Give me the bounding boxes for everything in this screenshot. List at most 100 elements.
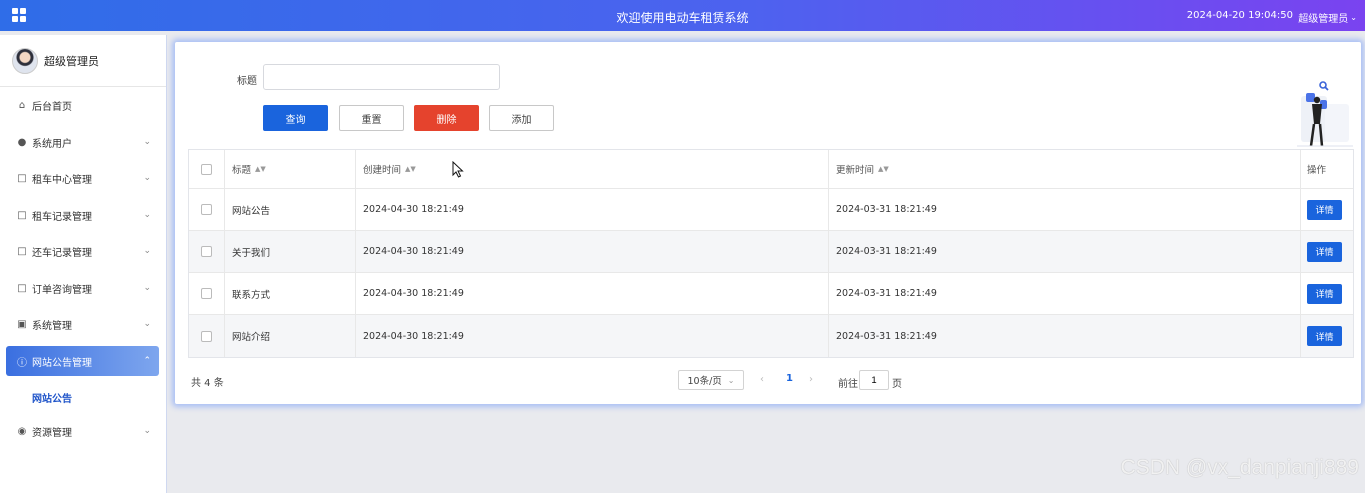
cell-created: 2024-04-30 18:21:49	[356, 189, 829, 230]
goto-page-input[interactable]	[859, 370, 889, 390]
profile-name: 超级管理员	[44, 54, 99, 68]
page-size-select[interactable]: 10条/页 ⌄	[678, 370, 744, 390]
title-filter-label: 标题	[237, 76, 257, 87]
sidebar-item-label: 后台首页	[32, 101, 72, 113]
user-menu-label: 超级管理员	[1298, 14, 1349, 25]
row-select-cell	[189, 189, 225, 230]
cell-created: 2024-04-30 18:21:49	[356, 231, 829, 272]
cell-op: 详情	[1301, 315, 1355, 357]
row-select-cell	[189, 273, 225, 314]
announcements-table: 标题 ▲▼ 创建时间 ▲▼ 更新时间 ▲▼ 操作 网站公告 2024-04-30 18…	[188, 149, 1354, 358]
doc-icon: □	[17, 282, 27, 294]
main-panel: 标题 查询 重置 删除 添加 标题 ▲▼ 创建时间 ▲▼ 更新时间 ▲▼ 操作 网站公…	[175, 42, 1361, 404]
row-checkbox[interactable]	[201, 330, 212, 342]
cell-title: 关于我们	[225, 231, 356, 272]
home-icon: ⌂	[18, 99, 26, 111]
select-all-checkbox[interactable]	[201, 163, 212, 175]
chevron-down-icon: ⌄	[143, 319, 151, 329]
select-all-cell	[189, 150, 225, 188]
cell-updated: 2024-03-31 18:21:49	[829, 273, 1301, 314]
location-icon: ◉	[17, 425, 27, 437]
cell-title: 网站介绍	[225, 315, 356, 357]
total-count: 共 4 条	[191, 378, 224, 389]
doc-icon: □	[17, 209, 27, 221]
cell-op: 详情	[1301, 189, 1355, 230]
chevron-up-icon: ⌃	[143, 356, 151, 366]
chevron-down-icon: ⌄	[143, 173, 151, 183]
delete-button[interactable]: 删除	[414, 105, 479, 131]
sidebar-item-label: 租车记录管理	[32, 211, 92, 223]
table-row: 网站介绍 2024-04-30 18:21:49 2024-03-31 18:2…	[189, 315, 1353, 357]
sort-icon[interactable]: ▲▼	[878, 165, 889, 173]
page-number-current[interactable]: 1	[786, 373, 793, 384]
column-header-created[interactable]: 创建时间 ▲▼	[356, 150, 829, 188]
info-icon: ⓘ	[17, 357, 27, 369]
cell-title: 联系方式	[225, 273, 356, 314]
cell-op: 详情	[1301, 231, 1355, 272]
user-icon: ●	[17, 136, 27, 148]
title-filter-input[interactable]	[263, 64, 500, 90]
cell-op: 详情	[1301, 273, 1355, 314]
cell-created: 2024-04-30 18:21:49	[356, 273, 829, 314]
sidebar-item-system-management[interactable]: ▣ 系统管理 ⌄	[6, 309, 159, 339]
chevron-down-icon: ⌄	[143, 210, 151, 220]
row-checkbox[interactable]	[201, 204, 212, 215]
column-header-title[interactable]: 标题 ▲▼	[225, 150, 356, 188]
chevron-down-icon: ⌄	[1350, 13, 1357, 22]
table-row: 网站公告 2024-04-30 18:21:49 2024-03-31 18:2…	[189, 189, 1353, 231]
table-header-row: 标题 ▲▼ 创建时间 ▲▼ 更新时间 ▲▼ 操作	[189, 150, 1353, 189]
column-header-op: 操作	[1307, 165, 1327, 176]
row-checkbox[interactable]	[201, 246, 212, 257]
cell-updated: 2024-03-31 18:21:49	[829, 189, 1301, 230]
sidebar-item-system-users[interactable]: ● 系统用户 ⌄	[6, 127, 159, 157]
top-header: 欢迎使用电动车租赁系统 2024-04-20 19:04:50 超级管理员 ⌄	[0, 0, 1365, 31]
doc-icon: □	[17, 172, 27, 184]
sidebar-item-label: 还车记录管理	[32, 247, 92, 259]
sidebar-item-resource-management[interactable]: ◉ 资源管理 ⌄	[6, 416, 159, 446]
detail-button[interactable]: 详情	[1307, 283, 1342, 304]
cell-updated: 2024-03-31 18:21:49	[829, 231, 1301, 272]
sidebar-item-rental-center[interactable]: □ 租车中心管理 ⌄	[6, 163, 159, 193]
sidebar-item-label: 系统管理	[32, 320, 72, 332]
row-checkbox[interactable]	[201, 288, 212, 299]
sidebar-item-label: 系统用户	[32, 138, 72, 150]
column-header-updated[interactable]: 更新时间 ▲▼	[829, 150, 1301, 188]
next-page-icon[interactable]: ›	[809, 374, 813, 385]
sidebar-item-return-records[interactable]: □ 还车记录管理 ⌄	[6, 236, 159, 266]
detail-button[interactable]: 详情	[1307, 326, 1342, 346]
column-header-label: 标题	[232, 165, 252, 176]
goto-label: 前往	[838, 379, 858, 390]
sort-icon[interactable]: ▲▼	[255, 165, 266, 173]
header-datetime: 2024-04-20 19:04:50	[1186, 10, 1293, 21]
search-button[interactable]: 查询	[263, 105, 328, 131]
sidebar-item-rental-records[interactable]: □ 租车记录管理 ⌄	[6, 200, 159, 230]
sidebar-profile: 超级管理员	[0, 35, 166, 87]
sort-icon[interactable]: ▲▼	[405, 165, 416, 173]
reset-button[interactable]: 重置	[339, 105, 404, 131]
row-select-cell	[189, 231, 225, 272]
chevron-down-icon: ⌄	[143, 246, 151, 256]
cell-created: 2024-04-30 18:21:49	[356, 315, 829, 357]
add-button[interactable]: 添加	[489, 105, 554, 131]
prev-page-icon[interactable]: ‹	[760, 374, 764, 385]
avatar	[12, 47, 38, 74]
sidebar-item-announcement-management[interactable]: ⓘ 网站公告管理 ⌃	[6, 346, 159, 376]
app-title: 欢迎使用电动车租赁系统	[616, 11, 749, 25]
sidebar-item-label: 订单咨询管理	[32, 284, 92, 296]
user-menu[interactable]: 超级管理员 ⌄	[1298, 10, 1357, 25]
cell-updated: 2024-03-31 18:21:49	[829, 315, 1301, 357]
row-select-cell	[189, 315, 225, 357]
page-size-value: 10条/页	[687, 376, 722, 387]
mouse-cursor-icon	[452, 161, 464, 178]
goto-suffix: 页	[892, 379, 902, 390]
sidebar-item-home[interactable]: ⌂ 后台首页	[6, 90, 159, 120]
chevron-down-icon: ⌄	[143, 283, 151, 293]
sidebar-item-order-inquiry[interactable]: □ 订单咨询管理 ⌄	[6, 273, 159, 303]
watermark: CSDN @vx_danpianji889	[1120, 456, 1359, 479]
sidebar-subitem-announcements[interactable]: 网站公告	[32, 390, 72, 405]
detail-button[interactable]: 详情	[1307, 241, 1342, 262]
detail-button[interactable]: 详情	[1307, 199, 1342, 220]
column-header-label: 创建时间	[363, 165, 402, 176]
image-icon: ▣	[17, 318, 27, 330]
sidebar-item-label: 资源管理	[32, 427, 72, 439]
